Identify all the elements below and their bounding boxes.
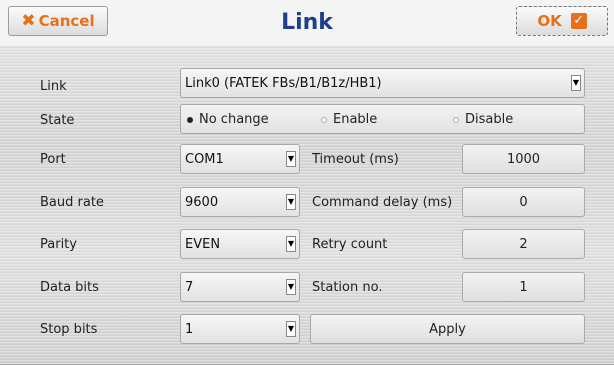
retry-count-label: Retry count	[312, 237, 388, 252]
checkmark-icon: ✓	[570, 13, 587, 29]
parity-label: Parity	[40, 237, 77, 252]
link-value: Link0 (FATEK FBs/B1/B1z/HB1)	[185, 75, 382, 91]
port-label: Port	[40, 152, 66, 167]
data-bits-select[interactable]: 7 ▼	[180, 272, 300, 302]
state-option-enable[interactable]: Enable	[321, 112, 377, 127]
command-delay-label: Command delay (ms)	[312, 195, 453, 210]
radio-unselected-icon	[321, 116, 327, 123]
ok-label: OK	[537, 12, 562, 30]
baud-rate-label: Baud rate	[40, 195, 104, 210]
timeout-label: Timeout (ms)	[312, 152, 399, 167]
stop-bits-value: 1	[185, 321, 194, 337]
data-bits-value: 7	[185, 279, 194, 295]
radio-unselected-icon	[453, 116, 459, 123]
stop-bits-label: Stop bits	[40, 322, 98, 337]
baud-rate-select[interactable]: 9600 ▼	[180, 187, 300, 217]
state-option-disable[interactable]: Disable	[453, 112, 513, 127]
state-label: State	[40, 113, 75, 128]
link-select[interactable]: Link0 (FATEK FBs/B1/B1z/HB1) ▼	[180, 68, 585, 98]
data-bits-label: Data bits	[40, 280, 99, 295]
state-option-label: Disable	[465, 112, 514, 127]
state-option-no-change[interactable]: No change	[187, 112, 269, 127]
command-delay-input[interactable]: 0	[462, 187, 585, 217]
stop-bits-select[interactable]: 1 ▼	[180, 314, 300, 344]
dropdown-arrow-icon: ▼	[286, 194, 296, 210]
timeout-input[interactable]: 1000	[462, 144, 585, 174]
dropdown-arrow-icon: ▼	[286, 236, 296, 252]
baud-rate-value: 9600	[185, 194, 219, 210]
port-select[interactable]: COM1 ▼	[180, 144, 300, 174]
dropdown-arrow-icon: ▼	[286, 151, 296, 167]
state-option-label: No change	[199, 112, 269, 127]
port-value: COM1	[185, 151, 224, 167]
link-dialog: ✖ Cancel Link OK ✓ Link Link0 (FATEK FBs…	[0, 0, 614, 365]
parity-value: EVEN	[185, 236, 221, 252]
dropdown-arrow-icon: ▼	[286, 321, 296, 337]
station-no-input[interactable]: 1	[462, 272, 585, 302]
retry-count-input[interactable]: 2	[462, 229, 585, 259]
apply-button[interactable]: Apply	[310, 314, 585, 344]
state-radio-group: No change Enable Disable	[180, 104, 585, 134]
ok-button[interactable]: OK ✓	[516, 6, 608, 36]
radio-selected-icon	[187, 116, 193, 123]
parity-select[interactable]: EVEN ▼	[180, 229, 300, 259]
title-bar: ✖ Cancel Link OK ✓	[0, 0, 614, 46]
link-label: Link	[40, 79, 67, 94]
station-no-label: Station no.	[312, 280, 383, 295]
state-option-label: Enable	[333, 112, 378, 127]
dropdown-arrow-icon: ▼	[571, 75, 581, 91]
dropdown-arrow-icon: ▼	[286, 279, 296, 295]
